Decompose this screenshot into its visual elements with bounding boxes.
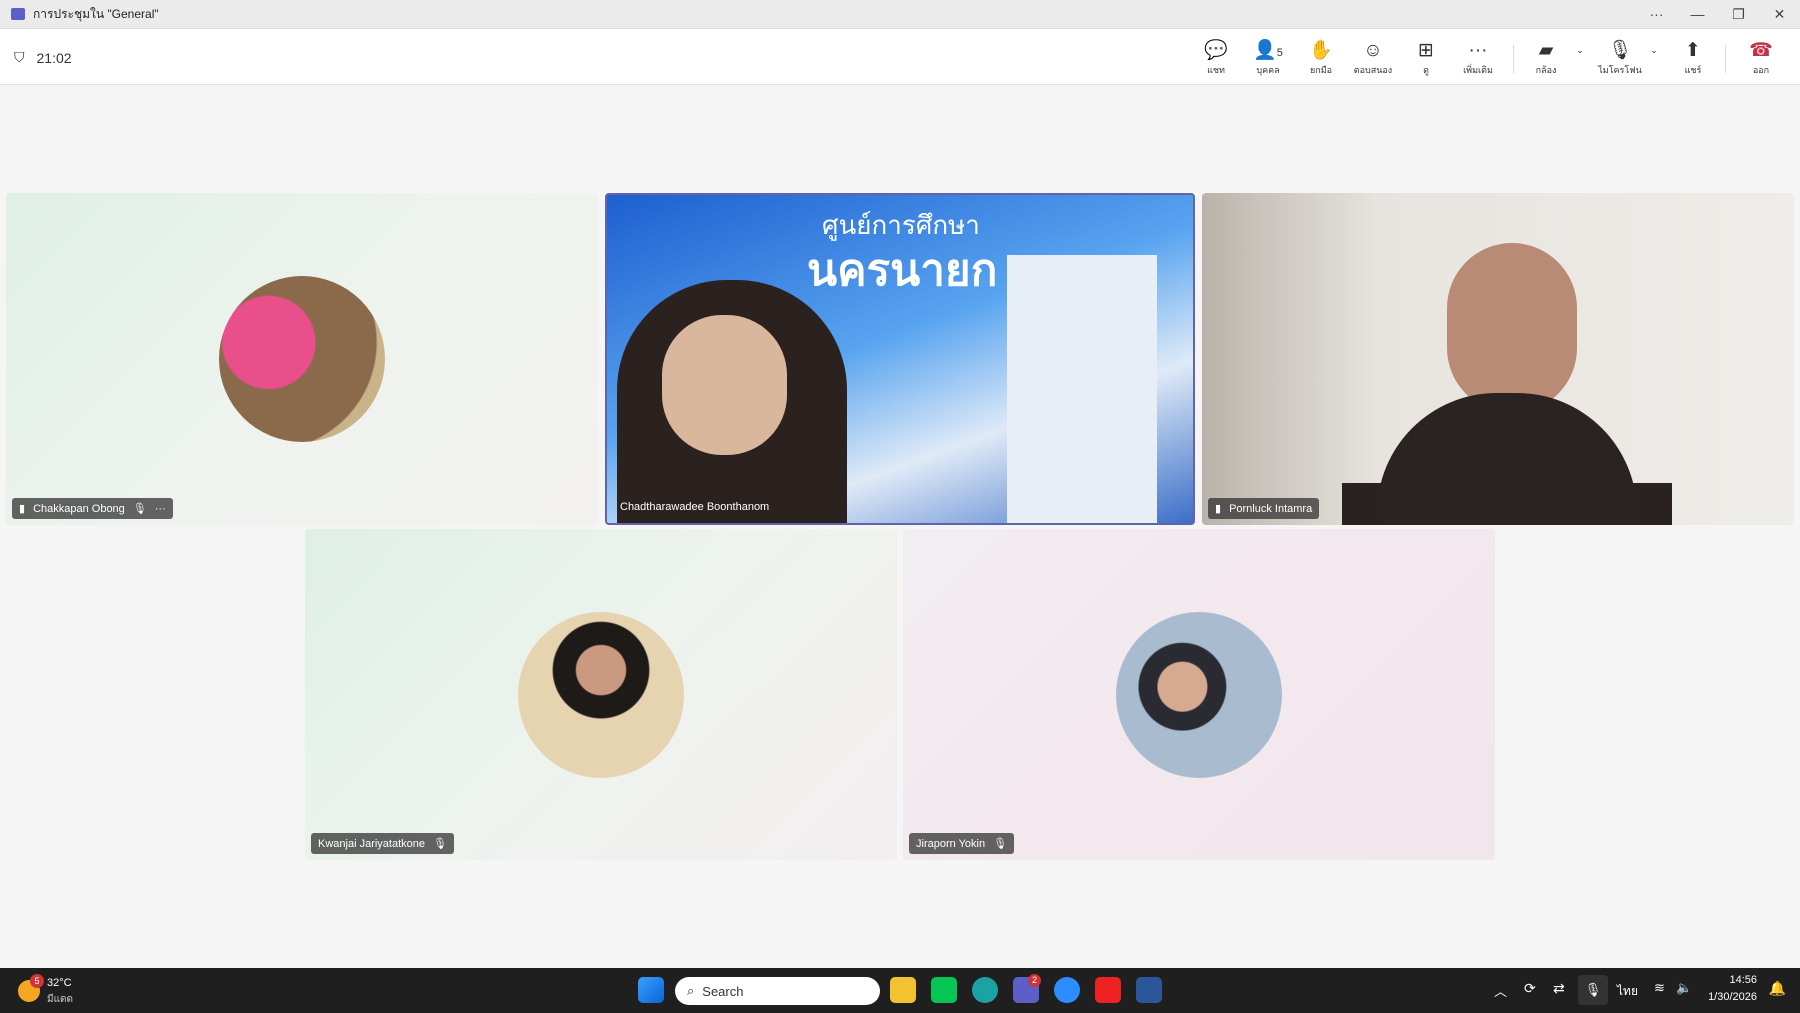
view-label: ดู — [1423, 65, 1429, 75]
more-button[interactable]: ··· เพิ่มเติม — [1450, 39, 1506, 77]
camera-options-chevron[interactable]: ⌄ — [1568, 45, 1592, 56]
people-label: บุคคล — [1256, 65, 1280, 75]
clock-date[interactable]: 1/30/2026 — [1708, 991, 1757, 1003]
title-bar: การประชุมใน "General" ··· — ❐ ✕ — [0, 0, 1800, 29]
mic-options-chevron[interactable]: ⌄ — [1642, 45, 1666, 56]
leave-icon: ☎ — [1749, 40, 1773, 61]
shield-icon: ⛉ — [14, 49, 25, 65]
view-button[interactable]: ⊞ ดู — [1398, 39, 1454, 77]
mic-off-icon: 🎙 — [993, 838, 1008, 850]
participant-tile[interactable]: Kwanjai Jariyatatkone 🎙 — [305, 529, 897, 860]
volume-icon[interactable]: 🔈 — [1676, 980, 1692, 996]
weather-text: มีแดด — [47, 994, 74, 1005]
participant-tile[interactable]: Jiraporn Yokin 🎙 — [903, 529, 1495, 860]
share-button[interactable]: ⬆ แชร์ — [1665, 39, 1721, 77]
start-icon[interactable] — [638, 977, 664, 1003]
signal-icon: ▮ — [1215, 503, 1222, 515]
file-explorer-icon[interactable] — [890, 977, 916, 1003]
window-title: การประชุมใน "General" — [33, 6, 159, 21]
share-label: แชร์ — [1684, 65, 1702, 75]
search-label: Search — [702, 983, 744, 999]
raise-hand-icon: ✋ — [1309, 40, 1333, 61]
participant-tile-active-speaker[interactable]: ศูนย์การศึกษา นครนายก Chadtharawadee Boo… — [605, 193, 1195, 525]
acrobat-icon[interactable] — [1095, 977, 1121, 1003]
people-count: 5 — [1276, 47, 1283, 59]
word-icon[interactable] — [1136, 977, 1162, 1003]
raise-hand-button[interactable]: ✋ ยกมือ — [1293, 39, 1349, 77]
mic-off-icon: 🎙 — [433, 838, 447, 850]
react-icon: ☺ — [1363, 40, 1383, 61]
avatar — [1116, 611, 1282, 778]
edge-icon[interactable] — [972, 977, 998, 1003]
line-icon[interactable] — [931, 977, 957, 1003]
background-banner-title: นครนายก — [807, 246, 998, 295]
onedrive-icon[interactable]: ⇄ — [1553, 980, 1565, 997]
share-icon: ⬆ — [1685, 40, 1701, 61]
mic-button[interactable]: 🎙 ไมโครโฟน — [1592, 39, 1648, 77]
participant-name: Jiraporn Yokin — [916, 837, 986, 850]
zoom-icon[interactable] — [1054, 977, 1080, 1003]
minimize-button[interactable]: — — [1677, 0, 1718, 29]
raise-hand-label: ยกมือ — [1309, 65, 1333, 75]
signal-icon: ▮ — [19, 503, 26, 515]
react-label: ตอบสนอง — [1353, 65, 1393, 75]
camera-off-icon: ▰ — [1538, 40, 1554, 61]
camera-label: กล้อง — [1535, 65, 1557, 75]
chat-button[interactable]: 💬 แชท — [1188, 39, 1244, 77]
weather-badge: 5 — [30, 974, 44, 988]
avatar — [518, 611, 684, 778]
search-icon: ⌕ — [687, 983, 695, 998]
notification-icon[interactable]: 🔔 — [1769, 980, 1786, 997]
people-button[interactable]: 👤5 บุคคล — [1240, 39, 1296, 77]
meeting-toolbar: ⛉ 21:02 💬 แชท 👤5 บุคคล ✋ ยกมือ ☺ ตอบสนอง ⊞ ดู … — [0, 29, 1800, 85]
camera-button[interactable]: ▰ กล้อง — [1518, 39, 1574, 77]
view-icon: ⊞ — [1418, 40, 1434, 61]
participant-tile[interactable]: ▮ Chakkapan Obong 🎙 ··· — [6, 193, 598, 525]
input-language[interactable]: ไทย — [1617, 982, 1638, 1001]
more-label: เพิ่มเติม — [1463, 65, 1493, 75]
restore-button[interactable]: ❐ — [1718, 0, 1759, 29]
participant-name: Chakkapan Obong — [33, 502, 125, 515]
teams-icon — [11, 8, 25, 20]
weather-temp: 32°C — [47, 977, 72, 989]
people-icon: 👤 — [1253, 40, 1277, 61]
taskbar: 5 32°C มีแดด ⌕ Search 2 ︿ ⟳ ⇄ 🎙 ไทย ≋ 🔈 1… — [0, 968, 1800, 1013]
teams-badge: 2 — [1028, 974, 1041, 987]
mic-label: ไมโครโฟน — [1598, 65, 1642, 75]
participant-tile[interactable]: ▮ Pornluck Intamra — [1202, 193, 1794, 525]
show-hidden-icons[interactable]: ︿ — [1494, 981, 1507, 1000]
clock-time[interactable]: 14:56 — [1729, 974, 1757, 986]
chat-label: แชท — [1207, 65, 1225, 75]
leave-label: ออก — [1752, 65, 1770, 75]
more-options-icon[interactable]: ··· — [155, 503, 166, 515]
mic-off-icon: 🎙 — [1607, 40, 1633, 61]
react-button[interactable]: ☺ ตอบสนอง — [1345, 39, 1401, 77]
mic-muted-tray-icon[interactable]: 🎙 — [1578, 975, 1608, 1005]
avatar — [219, 276, 385, 442]
mic-off-icon: 🎙 — [132, 503, 147, 515]
leave-button[interactable]: ☎ ออก — [1733, 39, 1789, 77]
more-icon: ··· — [1468, 40, 1488, 61]
participant-name: Chadtharawadee Boonthanom — [620, 501, 770, 513]
participant-name: Pornluck Intamra — [1229, 502, 1313, 515]
participant-name: Kwanjai Jariyatatkone — [318, 837, 426, 850]
wifi-icon[interactable]: ≋ — [1654, 980, 1665, 996]
chat-icon: 💬 — [1204, 40, 1228, 61]
meeting-timer: 21:02 — [36, 49, 72, 66]
window-more-button[interactable]: ··· — [1636, 0, 1677, 29]
taskbar-search[interactable]: ⌕ Search — [675, 977, 880, 1005]
sync-icon[interactable]: ⟳ — [1524, 980, 1536, 997]
close-button[interactable]: ✕ — [1759, 0, 1800, 29]
